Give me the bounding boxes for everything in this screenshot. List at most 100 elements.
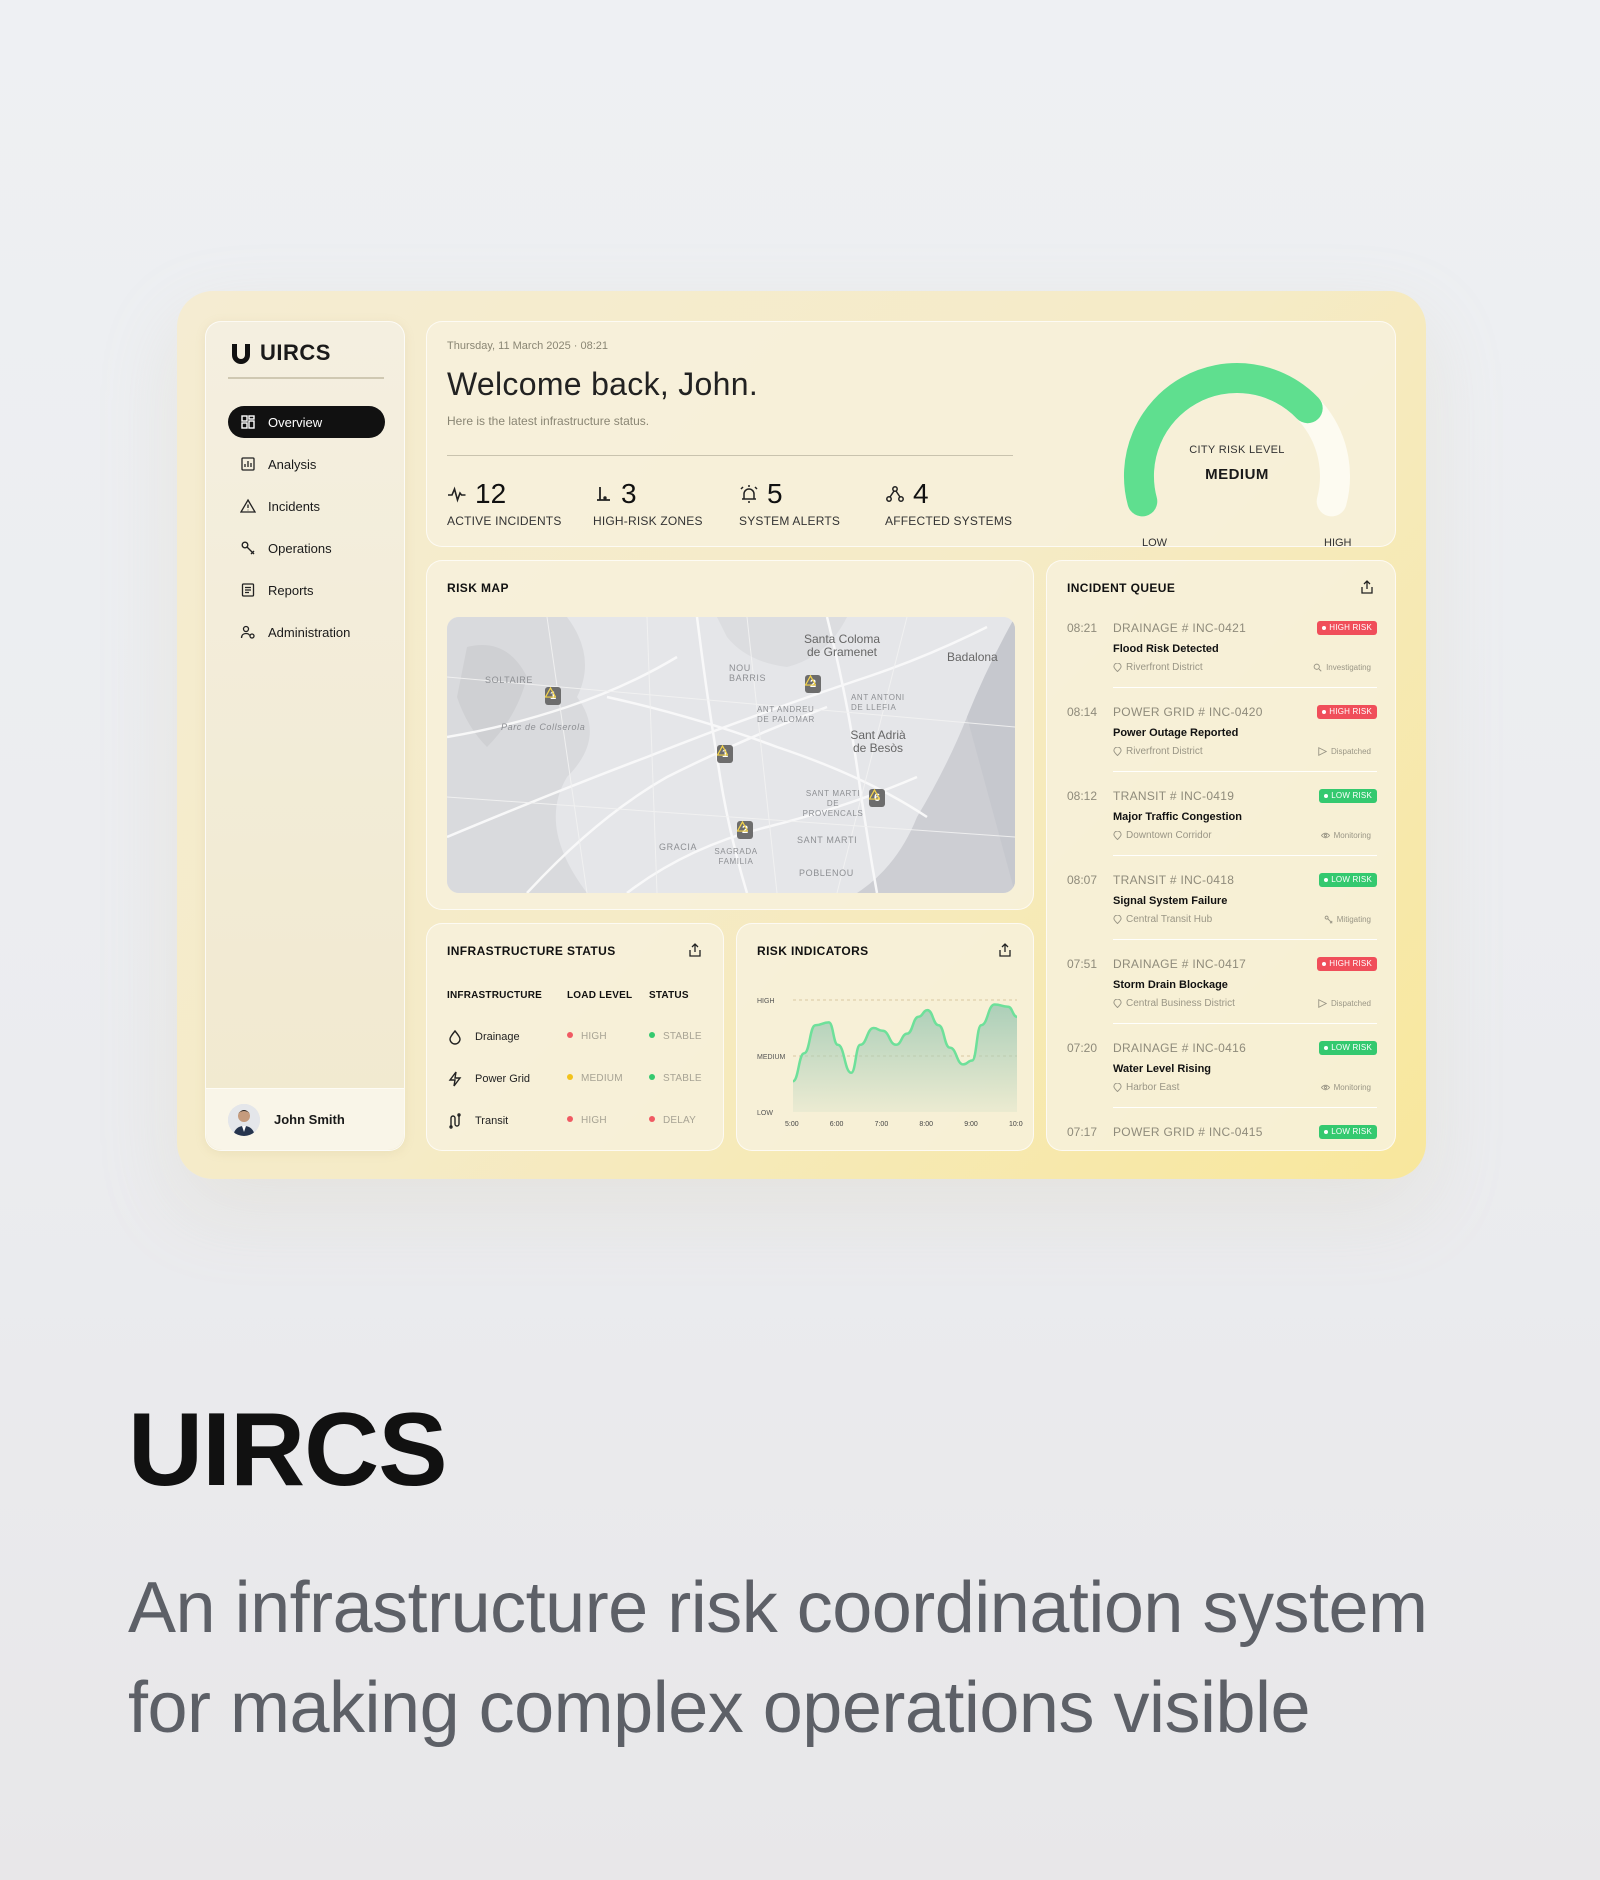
map-place-label: ANT ANTONI DE LLEFIA — [851, 693, 905, 712]
map-risk-marker[interactable]: 2 — [805, 675, 822, 693]
stat-high-risk-zones[interactable]: 3 HIGH-RISK ZONES — [593, 478, 739, 528]
warning-icon — [717, 745, 728, 756]
zone-pin-icon — [597, 487, 610, 501]
table-row[interactable]: Drainage HIGH STABLE — [447, 1028, 707, 1048]
stat-value: 4 — [913, 478, 929, 509]
incident-state[interactable]: Dispatched — [1318, 747, 1371, 756]
incident-item[interactable]: 07:51 DRAINAGE # INC-0417 HIGH RISK Storm D… — [1067, 957, 1377, 1041]
incident-item[interactable]: 08:14 POWER GRID # INC-0420 HIGH RISK Power… — [1067, 705, 1377, 789]
sidebar-item-label: Reports — [268, 582, 314, 598]
risk-badge: HIGH RISK — [1317, 957, 1377, 971]
map-place-label: SANT MARTI DE PROVENCALS — [802, 789, 864, 818]
welcome-subtitle: Here is the latest infrastructure status… — [447, 414, 650, 428]
chart-icon — [241, 457, 255, 471]
incident-item[interactable]: 07:17 POWER GRID # INC-0415 LOW RISK — [1067, 1125, 1377, 1150]
gauge-title: CITY RISK LEVEL — [1189, 444, 1285, 456]
status-dot — [649, 1032, 655, 1038]
incident-item[interactable]: 08:07 TRANSIT # INC-0418 LOW RISK Signal Sy… — [1067, 873, 1377, 957]
map-place-label: SANT MARTI — [797, 835, 858, 845]
item-divider — [1113, 1107, 1377, 1108]
incident-code: DRAINAGE # INC-0421 — [1113, 621, 1247, 635]
risk-badge: LOW RISK — [1319, 873, 1377, 887]
stat-active-incidents[interactable]: 12 ACTIVE INCIDENTS — [447, 478, 593, 528]
incident-title: Water Level Rising — [1113, 1063, 1212, 1075]
gauge-level: MEDIUM — [1205, 466, 1269, 483]
user-profile[interactable]: John Smith — [206, 1088, 404, 1150]
incident-item[interactable]: 07:20 DRAINAGE # INC-0416 LOW RISK Water Le… — [1067, 1041, 1377, 1125]
incident-code: TRANSIT # INC-0418 — [1113, 873, 1235, 887]
sidebar-item-incidents[interactable]: Incidents — [228, 490, 385, 522]
risk-map-panel: RISK MAP SOLTAIRE Parc de Collserola NOU… — [426, 560, 1034, 910]
risk-area — [793, 1004, 1017, 1112]
map-risk-marker[interactable]: 1 — [717, 745, 734, 763]
status-value: STABLE — [649, 1031, 702, 1042]
stat-value: 3 — [621, 478, 637, 509]
incident-item[interactable]: 08:12 TRANSIT # INC-0419 LOW RISK Major Tra… — [1067, 789, 1377, 873]
map-risk-marker[interactable]: 1 — [545, 687, 562, 705]
incident-state[interactable]: Monitoring — [1320, 1083, 1371, 1092]
incident-time: 08:07 — [1067, 873, 1098, 887]
brand-name: UIRCS — [260, 340, 331, 365]
status-dot — [649, 1074, 655, 1080]
stat-system-alerts[interactable]: 5 SYSTEM ALERTS — [739, 478, 885, 528]
incident-state[interactable]: Monitoring — [1320, 831, 1371, 840]
sidebar-item-administration[interactable]: Administration — [228, 616, 385, 648]
sidebar-item-operations[interactable]: Operations — [228, 532, 385, 564]
share-icon[interactable] — [997, 942, 1013, 958]
stat-affected-systems[interactable]: 4 AFFECTED SYSTEMS — [885, 478, 1031, 528]
map-place-label: SOLTAIRE — [485, 675, 533, 685]
map-risk-marker[interactable]: 2 — [737, 821, 754, 839]
risk-indicators-chart[interactable]: LOW MEDIUM HIGH 5:00 6:00 7:00 8:00 9:00 10:00 — [753, 984, 1023, 1144]
sidebar-item-overview[interactable]: Overview — [228, 406, 385, 438]
sidebar-item-analysis[interactable]: Analysis — [228, 448, 385, 480]
x-tick-label: 9:00 — [964, 1121, 978, 1128]
uircs-logo-icon — [232, 344, 250, 364]
caption-title: UIRCS — [128, 1392, 448, 1508]
map-place-label: NOU BARRIS — [729, 663, 767, 683]
load-dot — [567, 1116, 573, 1122]
sidebar-item-label: Analysis — [268, 456, 317, 472]
magnifier-icon — [1313, 663, 1322, 672]
risk-map[interactable]: SOLTAIRE Parc de Collserola NOU BARRIS A… — [447, 617, 1015, 893]
map-place-label: SAGRADA FAMILIA — [714, 847, 758, 866]
incident-code: DRAINAGE # INC-0416 — [1113, 1041, 1247, 1055]
incident-state[interactable]: Investigating — [1313, 663, 1371, 672]
load-level: MEDIUM — [567, 1073, 623, 1084]
incident-location: Central Business District — [1113, 998, 1235, 1009]
incident-location: Harbor East — [1113, 1082, 1179, 1093]
stat-label: AFFECTED SYSTEMS — [885, 514, 1013, 528]
grid-icon — [241, 415, 255, 429]
incident-code: TRANSIT # INC-0419 — [1113, 789, 1235, 803]
gauge-high-label: HIGH — [1324, 537, 1352, 549]
stat-value: 5 — [767, 478, 783, 509]
risk-badge: LOW RISK — [1319, 1041, 1377, 1055]
admin-icon — [240, 625, 255, 639]
status-value: DELAY — [649, 1115, 696, 1126]
incident-code: POWER GRID # INC-0415 — [1113, 1125, 1263, 1139]
brand: UIRCS — [230, 340, 331, 366]
incident-time: 08:21 — [1067, 621, 1098, 635]
incident-state[interactable]: Dispatched — [1318, 999, 1371, 1008]
incident-item[interactable]: 08:21 DRAINAGE # INC-0421 HIGH RISK Flood R… — [1067, 621, 1377, 705]
sidebar-nav: Overview Analysis Incidents Operations R… — [228, 406, 385, 658]
share-icon[interactable] — [1359, 579, 1375, 595]
map-city-label: Sant Adrià de Besòs — [850, 728, 906, 755]
map-risk-marker[interactable]: 6 — [869, 789, 886, 807]
item-divider — [1113, 687, 1377, 688]
sidebar-item-reports[interactable]: Reports — [228, 574, 385, 606]
map-place-label: GRACIA — [659, 842, 698, 852]
share-icon[interactable] — [687, 942, 703, 958]
map-place-label: Parc de Collserola — [501, 722, 586, 732]
load-level: HIGH — [567, 1031, 607, 1042]
incident-title: Storm Drain Blockage — [1113, 979, 1228, 991]
table-row[interactable]: Power Grid MEDIUM STABLE — [447, 1070, 707, 1090]
eye-icon — [1320, 832, 1330, 839]
y-axis-label: HIGH — [757, 998, 775, 1005]
stat-row: 12 ACTIVE INCIDENTS 3 HIGH-RISK ZONES 5 … — [447, 478, 1031, 528]
incident-time: 07:51 — [1067, 957, 1098, 971]
incident-location: Riverfront District — [1113, 662, 1203, 673]
load-level: HIGH — [567, 1115, 607, 1126]
incident-state[interactable]: Mitigating — [1324, 915, 1371, 924]
incident-queue-panel: INCIDENT QUEUE 08:21 DRAINAGE # INC-0421 H… — [1046, 560, 1396, 1151]
table-row[interactable]: Transit HIGH DELAY — [447, 1112, 707, 1132]
